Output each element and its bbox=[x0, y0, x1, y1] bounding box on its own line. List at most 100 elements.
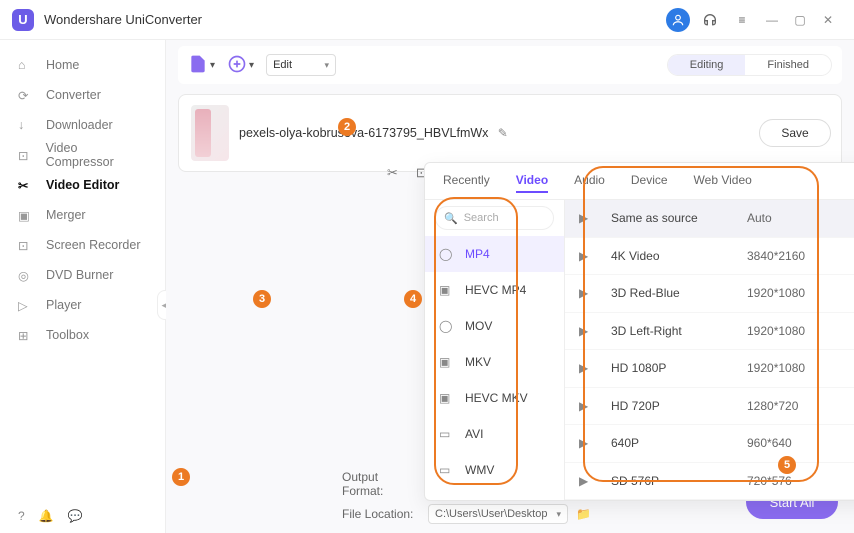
toolbar: ▾ ▾ Edit▾ Editing Finished bbox=[178, 46, 842, 84]
format-tab-device[interactable]: Device bbox=[631, 173, 668, 193]
segment-editing[interactable]: Editing bbox=[668, 55, 746, 75]
annotation-badge-5: 5 bbox=[778, 456, 796, 474]
save-button[interactable]: Save bbox=[759, 119, 831, 147]
notifications-icon[interactable]: 🔔 bbox=[39, 509, 54, 523]
format-item-mkv[interactable]: ▣ MKV bbox=[425, 344, 564, 380]
sidebar-item-downloader[interactable]: ↓Downloader bbox=[0, 110, 165, 140]
format-tab-audio[interactable]: Audio bbox=[574, 173, 605, 193]
resolution-dimensions: 960*640 bbox=[747, 436, 854, 450]
sidebar-item-merger[interactable]: ▣Merger bbox=[0, 200, 165, 230]
resolution-row[interactable]: ▶Same as sourceAuto✎ bbox=[565, 200, 854, 238]
nav-icon: ▷ bbox=[18, 298, 36, 313]
nav-label: Video Editor bbox=[46, 178, 119, 192]
app-logo: U bbox=[12, 9, 34, 31]
annotation-badge-4: 4 bbox=[404, 290, 422, 308]
resolution-row[interactable]: ▶4K Video3840*2160✎ bbox=[565, 238, 854, 276]
cut-tool-icon[interactable]: ✂ bbox=[387, 165, 398, 181]
format-label: HEVC MP4 bbox=[465, 283, 526, 297]
add-file-icon bbox=[188, 54, 208, 77]
video-icon: ▶ bbox=[579, 399, 595, 413]
user-icon[interactable] bbox=[666, 8, 690, 32]
add-circle-icon bbox=[227, 54, 247, 77]
rename-icon[interactable]: ✎ bbox=[498, 126, 508, 140]
resolution-name: SD 576P bbox=[611, 474, 731, 488]
minimize-button[interactable]: — bbox=[758, 6, 786, 34]
video-thumbnail[interactable] bbox=[191, 105, 229, 161]
video-icon: ▶ bbox=[579, 436, 595, 450]
app-title: Wondershare UniConverter bbox=[44, 12, 662, 27]
format-label: MKV bbox=[465, 355, 491, 369]
format-item-avi[interactable]: ▭AVI bbox=[425, 416, 564, 452]
segment-finished[interactable]: Finished bbox=[745, 55, 831, 75]
help-icon[interactable]: ? bbox=[18, 509, 25, 523]
format-tab-web-video[interactable]: Web Video bbox=[694, 173, 752, 193]
resolution-list-panel: ▶Same as sourceAuto✎▶4K Video3840*2160✎▶… bbox=[565, 200, 854, 500]
close-button[interactable]: ✕ bbox=[814, 6, 842, 34]
resolution-dimensions: Auto bbox=[747, 211, 854, 225]
resolution-row[interactable]: ▶3D Red-Blue1920*1080✎ bbox=[565, 275, 854, 313]
format-item-wmv[interactable]: ▭WMV bbox=[425, 452, 564, 488]
format-tab-recently[interactable]: Recently bbox=[443, 173, 490, 193]
support-icon[interactable] bbox=[698, 8, 722, 32]
feedback-icon[interactable]: 💬 bbox=[68, 509, 83, 523]
nav-icon: ✂ bbox=[18, 178, 36, 193]
nav-icon: ⌂ bbox=[18, 58, 36, 72]
resolution-row[interactable]: ▶HD 1080P1920*1080✎ bbox=[565, 350, 854, 388]
sidebar-item-toolbox[interactable]: ⊞ Toolbox bbox=[0, 320, 165, 350]
menu-icon[interactable]: ≡ bbox=[730, 8, 754, 32]
format-icon: ▣ bbox=[439, 355, 455, 369]
nav-icon: ⊞ bbox=[18, 328, 36, 343]
resolution-row[interactable]: ▶SD 576P720*576✎ bbox=[565, 463, 854, 501]
nav-label: Home bbox=[46, 58, 79, 72]
format-item-mp4[interactable]: ◯MP4 bbox=[425, 236, 564, 272]
sidebar-item-screen-recorder[interactable]: ⊡Screen Recorder bbox=[0, 230, 165, 260]
nav-label: Video Compressor bbox=[46, 141, 147, 169]
format-item-hevc-mp4[interactable]: ▣ HEVC MP4 bbox=[425, 272, 564, 308]
sidebar-item-converter[interactable]: ⟳Converter bbox=[0, 80, 165, 110]
format-icon: ◯ bbox=[439, 319, 455, 333]
maximize-button[interactable]: ▢ bbox=[786, 6, 814, 34]
status-segment: Editing Finished bbox=[667, 54, 832, 76]
open-folder-icon[interactable]: 📁 bbox=[576, 507, 594, 521]
annotation-badge-3: 3 bbox=[253, 290, 271, 308]
resolution-row[interactable]: ▶HD 720P1280*720✎ bbox=[565, 388, 854, 426]
bottom-toolbar: ? 🔔 💬 bbox=[18, 509, 83, 523]
format-icon: ▣ bbox=[439, 391, 455, 405]
nav-label: Screen Recorder bbox=[46, 238, 141, 252]
sidebar: ⌂ Home ⟳Converter↓Downloader ⊡ Video Compres… bbox=[0, 40, 166, 533]
file-location-select[interactable]: C:\Users\User\Desktop▾ bbox=[428, 504, 568, 524]
nav-icon: ↓ bbox=[18, 118, 36, 132]
format-tab-video[interactable]: Video bbox=[516, 173, 548, 193]
output-format-label: Output Format: bbox=[342, 470, 420, 498]
nav-label: Toolbox bbox=[46, 328, 89, 342]
format-item-hevc-mkv[interactable]: ▣ HEVC MKV bbox=[425, 380, 564, 416]
add-file-button[interactable]: ▾ bbox=[188, 54, 215, 77]
format-label: HEVC MKV bbox=[465, 391, 528, 405]
video-icon: ▶ bbox=[579, 249, 595, 263]
nav-icon: ⊡ bbox=[18, 148, 36, 163]
resolution-name: 4K Video bbox=[611, 249, 731, 263]
sidebar-item-video-editor[interactable]: ✂ Video Editor bbox=[0, 170, 165, 200]
sidebar-item-player[interactable]: ▷Player bbox=[0, 290, 165, 320]
edit-dropdown[interactable]: Edit▾ bbox=[266, 54, 336, 76]
file-location-label: File Location: bbox=[342, 507, 420, 521]
sidebar-item-dvd-burner[interactable]: ◎ DVD Burner bbox=[0, 260, 165, 290]
resolution-row[interactable]: ▶3D Left-Right1920*1080✎ bbox=[565, 313, 854, 351]
annotation-badge-1: 1 bbox=[172, 468, 190, 486]
add-media-button[interactable]: ▾ bbox=[227, 54, 254, 77]
format-dropdown-panel: Recently Video Audio Device Web Video 🔍 Sear… bbox=[424, 162, 854, 501]
sidebar-item-home[interactable]: ⌂ Home bbox=[0, 50, 165, 80]
video-icon: ▶ bbox=[579, 211, 595, 225]
resolution-name: Same as source bbox=[611, 211, 731, 225]
nav-label: DVD Burner bbox=[46, 268, 113, 282]
sidebar-item-video-compressor[interactable]: ⊡ Video Compressor bbox=[0, 140, 165, 170]
format-icon: ▣ bbox=[439, 283, 455, 297]
nav-icon: ◎ bbox=[18, 268, 36, 283]
main-panel: ▾ ▾ Edit▾ Editing Finished pexels-olya-k… bbox=[166, 40, 854, 533]
file-card: pexels-olya-kobruseva-6173795_HBVLfmWx ✎… bbox=[178, 94, 842, 172]
nav-icon: ⟳ bbox=[18, 88, 36, 103]
format-item-mov[interactable]: ◯MOV bbox=[425, 308, 564, 344]
format-search-input[interactable]: 🔍 Search bbox=[435, 206, 554, 230]
resolution-dimensions: 1280*720 bbox=[747, 399, 854, 413]
resolution-row[interactable]: ▶640P960*640✎ bbox=[565, 425, 854, 463]
